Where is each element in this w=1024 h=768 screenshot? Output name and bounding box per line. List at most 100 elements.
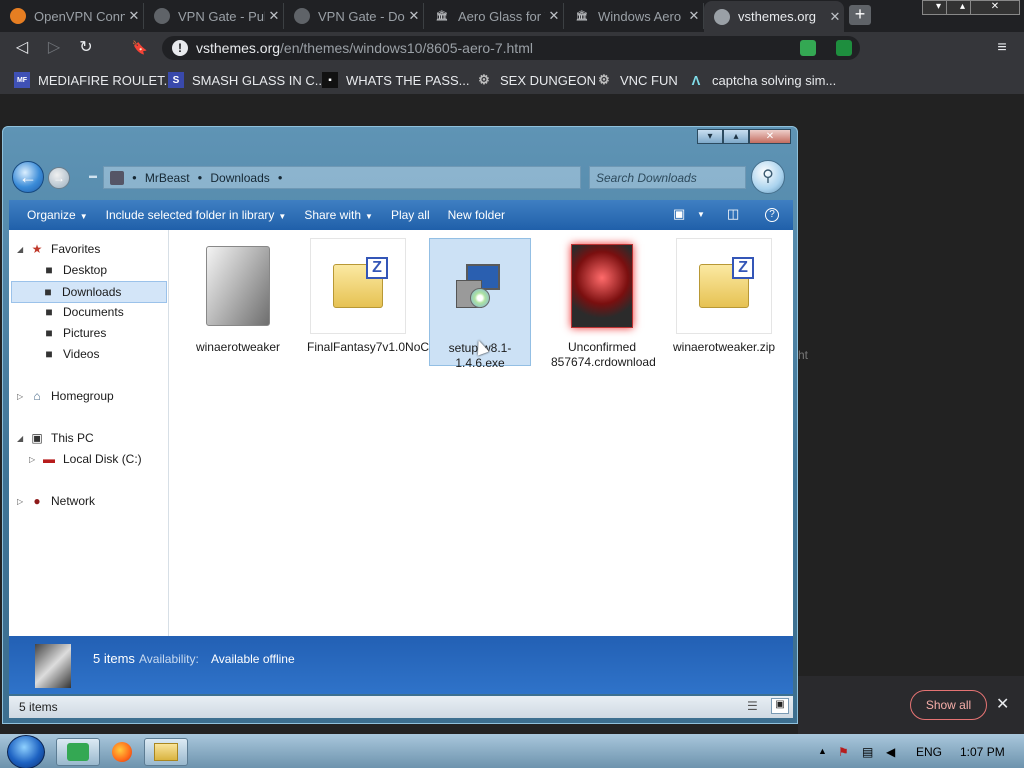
bookmark-item[interactable]: MF MEDIAFIRE ROULET... — [14, 71, 175, 89]
status-bar: 5 items ☰ ▣ — [9, 696, 793, 718]
large-icons-view-icon[interactable]: ▣ — [771, 698, 789, 714]
browser-close-button[interactable]: ✕ — [970, 0, 1020, 15]
browser-tab-aero-glass[interactable]: 🏛 Aero Glass for W ✕ — [424, 3, 564, 29]
globe-favicon-icon — [714, 8, 730, 25]
breadcrumb-item-downloads[interactable]: Downloads — [210, 171, 269, 185]
tab-close-icon[interactable]: ✕ — [125, 8, 143, 24]
breadcrumb-separator-icon[interactable]: ● — [132, 173, 137, 182]
clock[interactable]: 1:07 PM — [960, 745, 1005, 759]
tree-item-pictures[interactable]: ■ Pictures — [41, 326, 106, 340]
tree-item-desktop[interactable]: ■ Desktop — [41, 263, 107, 277]
preview-pane-icon[interactable]: ◫ — [727, 206, 739, 222]
details-view-icon[interactable]: ☰ — [747, 699, 758, 713]
volume-icon[interactable]: ◀ — [886, 745, 895, 759]
explorer-minimize-button[interactable]: ▾ — [697, 129, 723, 144]
breadcrumb-separator-icon[interactable]: ● — [278, 173, 283, 182]
downloads-bar-close-icon[interactable]: ✕ — [996, 694, 1009, 714]
availability-value: Available offline — [211, 652, 295, 666]
recent-locations-icon[interactable]: ▬ — [89, 171, 97, 180]
explorer-close-button[interactable]: ✕ — [749, 129, 791, 144]
tree-item-local-disk[interactable]: ▷ ▬ Local Disk (C:) — [29, 452, 142, 466]
taskbar-explorer-icon[interactable] — [144, 738, 188, 766]
file-item-unconfirmed-crdownload[interactable]: Unconfirmed 857674.crdownload — [551, 238, 656, 370]
expand-arrow-icon[interactable]: ▷ — [17, 392, 29, 401]
network-tray-icon[interactable]: ▤ — [862, 745, 873, 759]
tab-close-icon[interactable]: ✕ — [545, 8, 563, 24]
bookmark-item[interactable]: ⚙ SEX DUNGEON — [476, 71, 596, 89]
extension-shield-icon[interactable] — [836, 40, 852, 56]
bookmark-page-icon[interactable]: 🔖 — [130, 38, 150, 58]
expand-arrow-icon[interactable]: ▷ — [29, 455, 41, 464]
tree-item-label: Pictures — [63, 326, 107, 340]
new-tab-button[interactable]: + — [849, 5, 871, 25]
view-options-icon[interactable]: ▣ — [673, 206, 685, 222]
chevron-down-icon[interactable]: ▼ — [697, 210, 705, 219]
share-with-label: Share with — [304, 208, 362, 222]
museum-favicon-icon: 🏛 — [435, 10, 449, 22]
help-icon[interactable]: ? — [765, 208, 779, 222]
tree-item-favorites[interactable]: ◢ ★ Favorites — [17, 242, 100, 256]
bookmark-item[interactable]: ⚙ VNC FUN — [596, 71, 678, 89]
url-bar[interactable]: ! vsthemes.org/en/themes/windows10/8605-… — [162, 36, 860, 60]
browser-tab-vsthemes[interactable]: vsthemes.org ✕ — [704, 1, 844, 32]
tab-close-icon[interactable]: ✕ — [826, 9, 844, 25]
tab-close-icon[interactable]: ✕ — [405, 8, 423, 24]
share-with-menu[interactable]: Share with ▼ — [304, 208, 373, 222]
action-center-flag-icon[interactable]: ⚑ — [838, 745, 849, 759]
tree-item-downloads[interactable]: ■ Downloads — [11, 281, 167, 303]
tree-item-network[interactable]: ▷ ● Network — [17, 494, 95, 508]
network-icon: ● — [33, 494, 41, 508]
new-folder-button[interactable]: New folder — [448, 208, 505, 222]
site-info-icon[interactable]: ! — [172, 40, 188, 56]
search-icon[interactable]: ⚲ — [751, 160, 785, 194]
bookmark-item[interactable]: ▪ WHATS THE PASS... — [322, 71, 470, 89]
file-name: winaerotweaker.zip — [673, 340, 776, 354]
tree-item-videos[interactable]: ■ Videos — [41, 347, 99, 361]
browser-tab-vpngate-do[interactable]: VPN Gate - Do ✕ — [284, 3, 424, 29]
start-orb-icon[interactable] — [7, 735, 45, 768]
explorer-forward-button[interactable]: → — [48, 167, 70, 189]
tree-item-documents[interactable]: ■ Documents — [41, 305, 124, 319]
browser-tab-strip: OpenVPN Conn ✕ VPN Gate - Pub ✕ VPN Gate… — [0, 0, 1024, 32]
bookmarks-bar: MF MEDIAFIRE ROULET... S SMASH GLASS IN … — [0, 64, 1024, 94]
search-input[interactable]: Search Downloads — [589, 166, 746, 189]
breadcrumb-item-mrbeast[interactable]: MrBeast — [145, 171, 190, 185]
browser-tab-openvpn[interactable]: OpenVPN Conn ✕ — [0, 3, 144, 29]
star-icon: ★ — [31, 242, 43, 256]
bookmark-label: SEX DUNGEON — [500, 72, 597, 88]
browser-tab-windows-aero[interactable]: 🏛 Windows Aero ✕ — [564, 3, 704, 29]
extension-chat-icon[interactable] — [800, 40, 816, 56]
taskbar-firefox-icon[interactable] — [100, 738, 144, 766]
reload-button[interactable]: ↻ — [76, 38, 96, 58]
expand-arrow-icon[interactable]: ▷ — [17, 497, 29, 506]
organize-menu[interactable]: Organize ▼ — [27, 208, 88, 222]
show-all-downloads-button[interactable]: Show all — [910, 690, 987, 720]
tab-close-icon[interactable]: ✕ — [265, 8, 283, 24]
breadcrumb-separator-icon[interactable]: ● — [198, 173, 203, 182]
back-button[interactable]: ◁ — [12, 38, 32, 58]
zip-file-icon: Z — [676, 238, 772, 334]
forward-button[interactable]: ▷ — [44, 38, 64, 58]
file-item-finalfantasy-zip[interactable]: Z FinalFantasy7v1.0NoCDEng.ZIP — [307, 238, 481, 355]
browser-menu-icon[interactable]: ≡ — [992, 38, 1012, 58]
play-all-button[interactable]: Play all — [391, 208, 430, 222]
browser-tab-vpngate-pub[interactable]: VPN Gate - Pub ✕ — [144, 3, 284, 29]
file-item-winaerotweaker-folder[interactable]: winaerotweaker — [187, 238, 289, 355]
collapse-arrow-icon[interactable]: ◢ — [17, 245, 29, 254]
tree-item-label: Documents — [63, 305, 124, 319]
breadcrumb[interactable]: ● MrBeast ● Downloads ● — [103, 166, 581, 189]
bookmark-item[interactable]: S SMASH GLASS IN C... — [168, 71, 326, 89]
taskbar-app-chat-icon[interactable] — [56, 738, 100, 766]
language-indicator[interactable]: ENG — [916, 745, 942, 759]
tab-close-icon[interactable]: ✕ — [685, 8, 703, 24]
bookmark-item[interactable]: Λ captcha solving sim... — [688, 71, 837, 89]
file-item-winaerotweaker-zip[interactable]: Z winaerotweaker.zip — [673, 238, 775, 355]
url-text[interactable]: vsthemes.org/en/themes/windows10/8605-ae… — [196, 40, 533, 56]
collapse-arrow-icon[interactable]: ◢ — [17, 434, 29, 443]
explorer-maximize-button[interactable]: ▴ — [723, 129, 749, 144]
explorer-back-button[interactable]: ← — [12, 161, 44, 193]
include-in-library-menu[interactable]: Include selected folder in library ▼ — [106, 208, 287, 222]
tree-item-homegroup[interactable]: ▷ ⌂ Homegroup — [17, 389, 114, 403]
tray-overflow-icon[interactable]: ▲ — [818, 746, 827, 756]
tree-item-this-pc[interactable]: ◢ ▣ This PC — [17, 431, 94, 445]
